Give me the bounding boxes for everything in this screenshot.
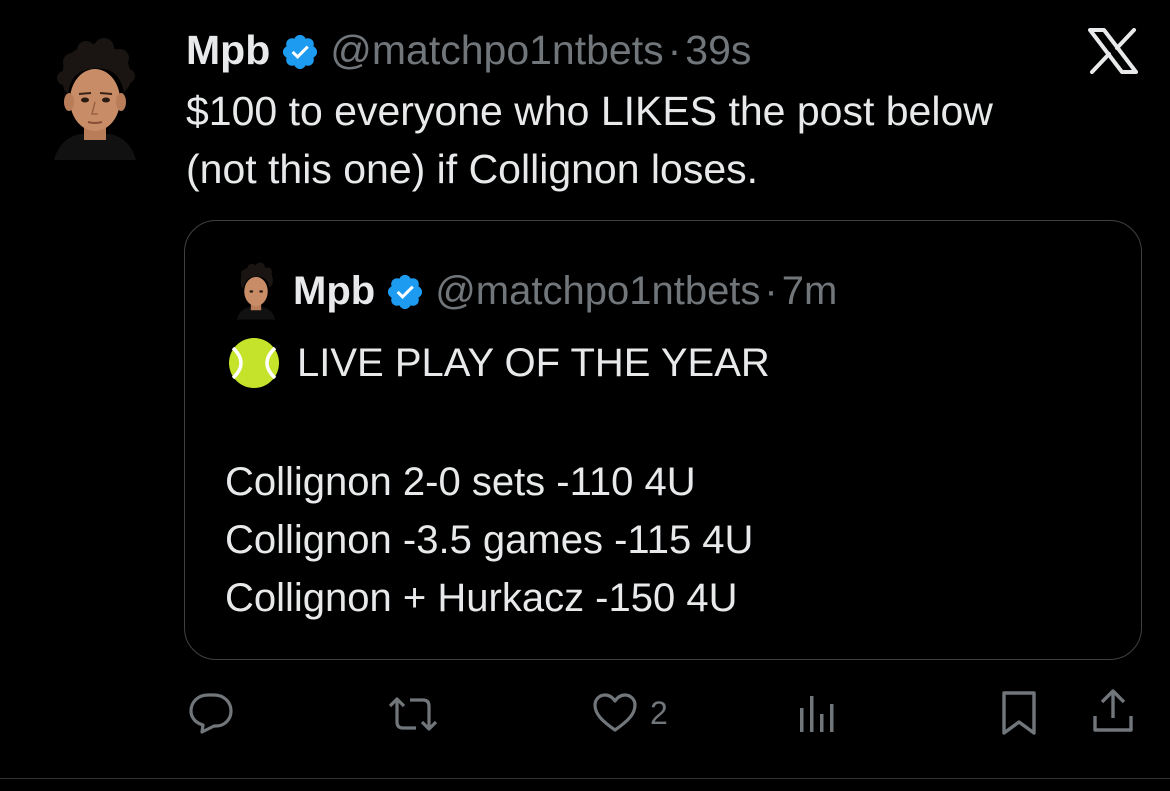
divider	[0, 778, 1170, 779]
avatar[interactable]	[46, 38, 144, 160]
share-icon	[1090, 688, 1136, 734]
tweet[interactable]: Mpb @matchpo1ntbets · 39s $100 to everyo…	[0, 0, 1170, 791]
reply-icon	[188, 692, 234, 734]
like-button[interactable]: 2	[592, 692, 668, 734]
views-icon	[796, 694, 836, 734]
quoted-headline: LIVE PLAY OF THE YEAR	[297, 341, 770, 385]
timestamp[interactable]: 39s	[685, 22, 751, 78]
share-button[interactable]	[1090, 688, 1136, 734]
verified-badge-icon	[385, 271, 425, 311]
views-button[interactable]	[796, 694, 836, 734]
quoted-author-handle[interactable]: @matchpo1ntbets	[435, 263, 760, 319]
quoted-headline-row: LIVE PLAY OF THE YEAR	[227, 335, 770, 391]
quoted-tweet[interactable]: Mpb @matchpo1ntbets · 7m LIVE PLAY OF TH…	[184, 220, 1142, 660]
bet-line: Collignon 2-0 sets -110 4U	[225, 460, 696, 504]
tweet-header: Mpb @matchpo1ntbets · 39s	[186, 22, 751, 78]
tweet-text: $100 to everyone who LIKES the post belo…	[186, 82, 1106, 198]
tweet-text-line: (not this one) if Collignon loses.	[186, 146, 759, 192]
tweet-text-line: $100 to everyone who LIKES the post belo…	[186, 88, 993, 134]
separator-dot: ·	[667, 27, 682, 73]
author-handle[interactable]: @matchpo1ntbets	[330, 22, 663, 78]
heart-icon	[592, 692, 638, 734]
quoted-author-name[interactable]: Mpb	[293, 263, 375, 319]
retweet-button[interactable]	[386, 696, 440, 732]
like-count: 2	[650, 695, 668, 731]
bet-line: Collignon + Hurkacz -150 4U	[225, 576, 738, 620]
bookmark-button[interactable]	[1000, 690, 1038, 736]
action-bar: 2	[0, 686, 1170, 742]
author-name[interactable]: Mpb	[186, 22, 270, 78]
quoted-timestamp[interactable]: 7m	[782, 263, 838, 319]
bookmark-icon	[1000, 690, 1038, 736]
avatar	[233, 261, 279, 321]
quoted-bet-list: Collignon 2-0 sets -110 4U Collignon -3.…	[225, 453, 753, 627]
bet-line: Collignon -3.5 games -115 4U	[225, 518, 754, 562]
tennis-ball-icon	[227, 336, 281, 390]
separator-dot: ·	[764, 269, 778, 313]
quoted-header: Mpb @matchpo1ntbets · 7m	[233, 261, 837, 321]
x-logo-icon[interactable]	[1088, 28, 1138, 74]
verified-badge-icon	[280, 30, 320, 70]
reply-button[interactable]	[188, 692, 234, 734]
retweet-icon	[386, 696, 440, 732]
